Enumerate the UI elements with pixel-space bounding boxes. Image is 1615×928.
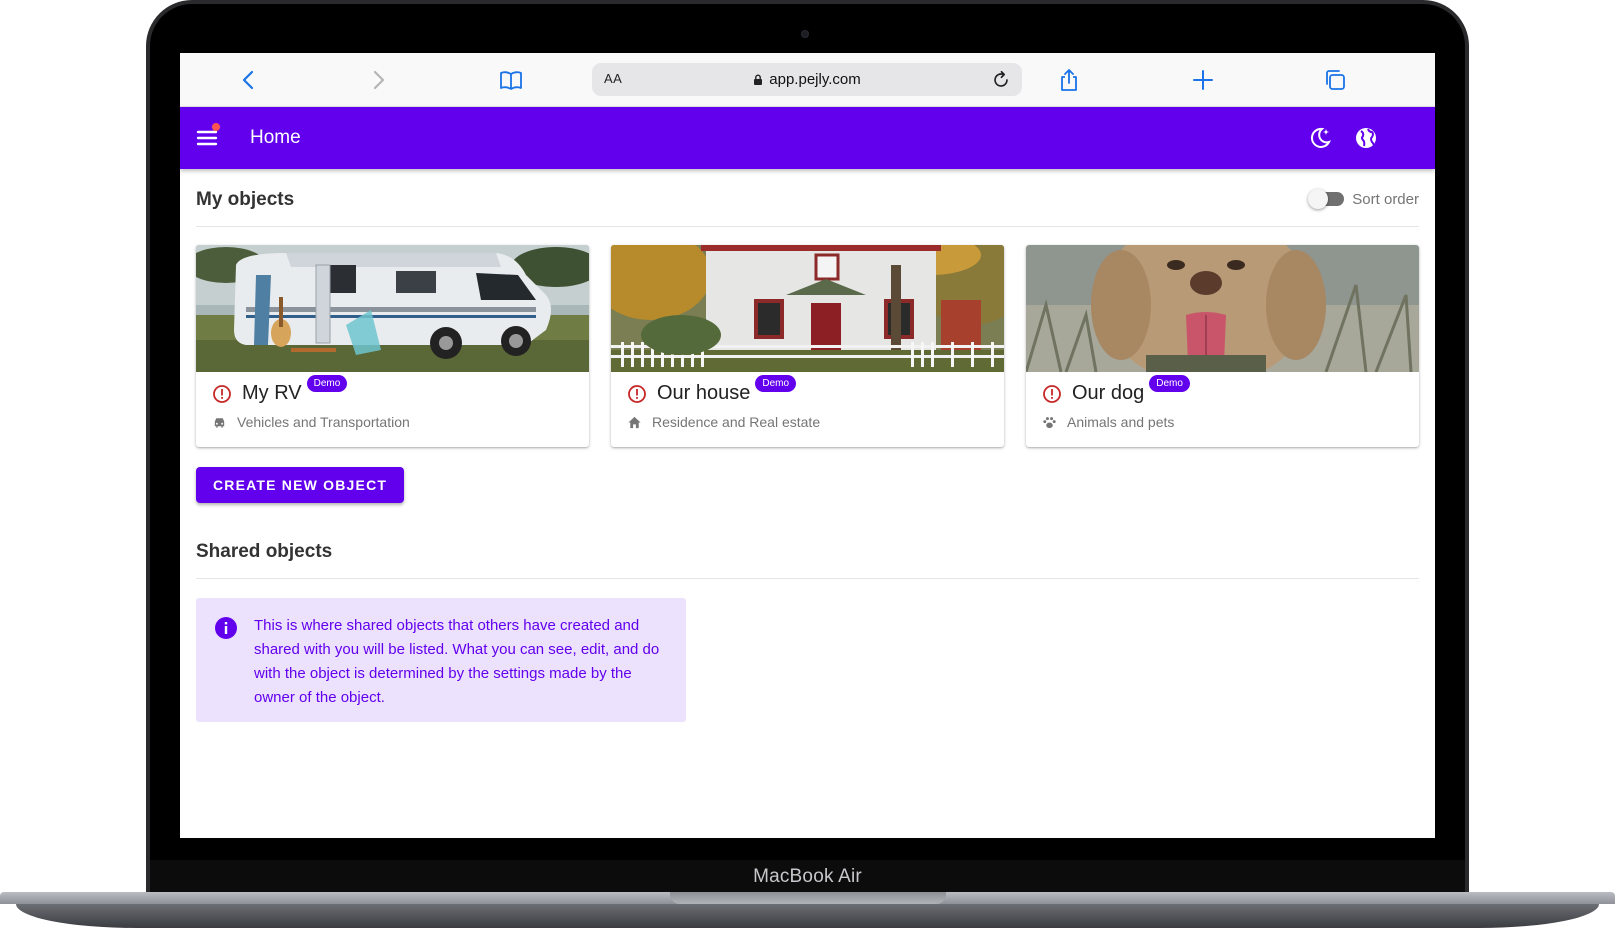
tabs-icon (1326, 70, 1345, 90)
create-new-object-button[interactable]: CREATE NEW OBJECT (196, 467, 405, 503)
home-icon (628, 416, 641, 428)
warning-circle-icon (628, 384, 646, 403)
sort-order-label: Sort order (1352, 190, 1419, 208)
dark-mode-icon[interactable] (1307, 125, 1333, 151)
house-image (611, 245, 1004, 372)
card-category: Vehicles and Transportation (237, 414, 410, 430)
bookmarks-icon (500, 71, 522, 90)
shared-objects-info-alert: This is where shared objects that others… (196, 598, 686, 722)
object-card-our-dog[interactable]: Our dog Demo Animals and pets (1026, 245, 1419, 447)
brand-label: MacBook Air (753, 866, 862, 887)
back-button[interactable] (232, 63, 266, 97)
info-icon (215, 617, 237, 639)
card-title: Our house (657, 382, 751, 404)
car-icon (214, 417, 225, 428)
address-bar[interactable]: AA app.pejly.com (592, 63, 1022, 96)
language-globe-icon[interactable] (1353, 125, 1379, 151)
back-icon (242, 70, 254, 90)
object-cards: My RV Demo Vehicles and Transportation O… (196, 245, 1419, 447)
object-card-my-rv[interactable]: My RV Demo Vehicles and Transportation (196, 245, 589, 447)
shared-objects-heading: Shared objects (196, 541, 333, 562)
card-category: Animals and pets (1067, 414, 1175, 430)
menu-button[interactable] (194, 123, 222, 152)
browser-toolbar: AA app.pejly.com (180, 53, 1435, 107)
warning-circle-icon (1043, 384, 1061, 403)
forward-icon (373, 70, 385, 90)
page-title: Home (250, 127, 301, 148)
app-bar: Home (180, 107, 1435, 169)
my-objects-heading: My objects (196, 189, 295, 210)
notification-dot (212, 123, 220, 131)
share-button[interactable] (1052, 63, 1086, 97)
tabs-overview-button[interactable] (1318, 63, 1352, 97)
url-text: app.pejly.com (769, 71, 861, 88)
forward-button[interactable] (361, 63, 395, 97)
demo-badge: Demo (754, 374, 798, 393)
camera-icon (801, 30, 809, 38)
card-title: My RV (242, 382, 302, 404)
share-icon (1061, 69, 1077, 91)
sort-switch[interactable] (1308, 189, 1345, 209)
demo-badge: Demo (305, 374, 349, 393)
screen: AA app.pejly.com Home My objects Sort or… (180, 53, 1435, 838)
bookmarks-button[interactable] (494, 63, 528, 97)
lock-icon (754, 74, 763, 85)
rv-image (196, 245, 589, 372)
laptop-base (0, 892, 1615, 928)
new-tab-button[interactable] (1186, 63, 1220, 97)
paw-icon (1043, 416, 1056, 428)
dog-image (1026, 245, 1419, 372)
object-card-our-house[interactable]: Our house Demo Residence and Real estate (611, 245, 1004, 447)
sort-order-toggle[interactable]: Sort order (1308, 189, 1419, 209)
warning-circle-icon (213, 384, 231, 403)
shared-objects-header: Shared objects (196, 521, 1419, 579)
reload-icon[interactable] (990, 69, 1012, 91)
demo-badge: Demo (1148, 374, 1191, 393)
my-objects-header: My objects Sort order (196, 169, 1419, 227)
laptop-mockup: AA app.pejly.com Home My objects Sort or… (0, 0, 1615, 928)
shared-objects-info-text: This is where shared objects that others… (254, 617, 660, 706)
card-category: Residence and Real estate (652, 414, 821, 430)
card-title: Our dog (1072, 382, 1145, 404)
new-tab-icon (1193, 70, 1213, 90)
